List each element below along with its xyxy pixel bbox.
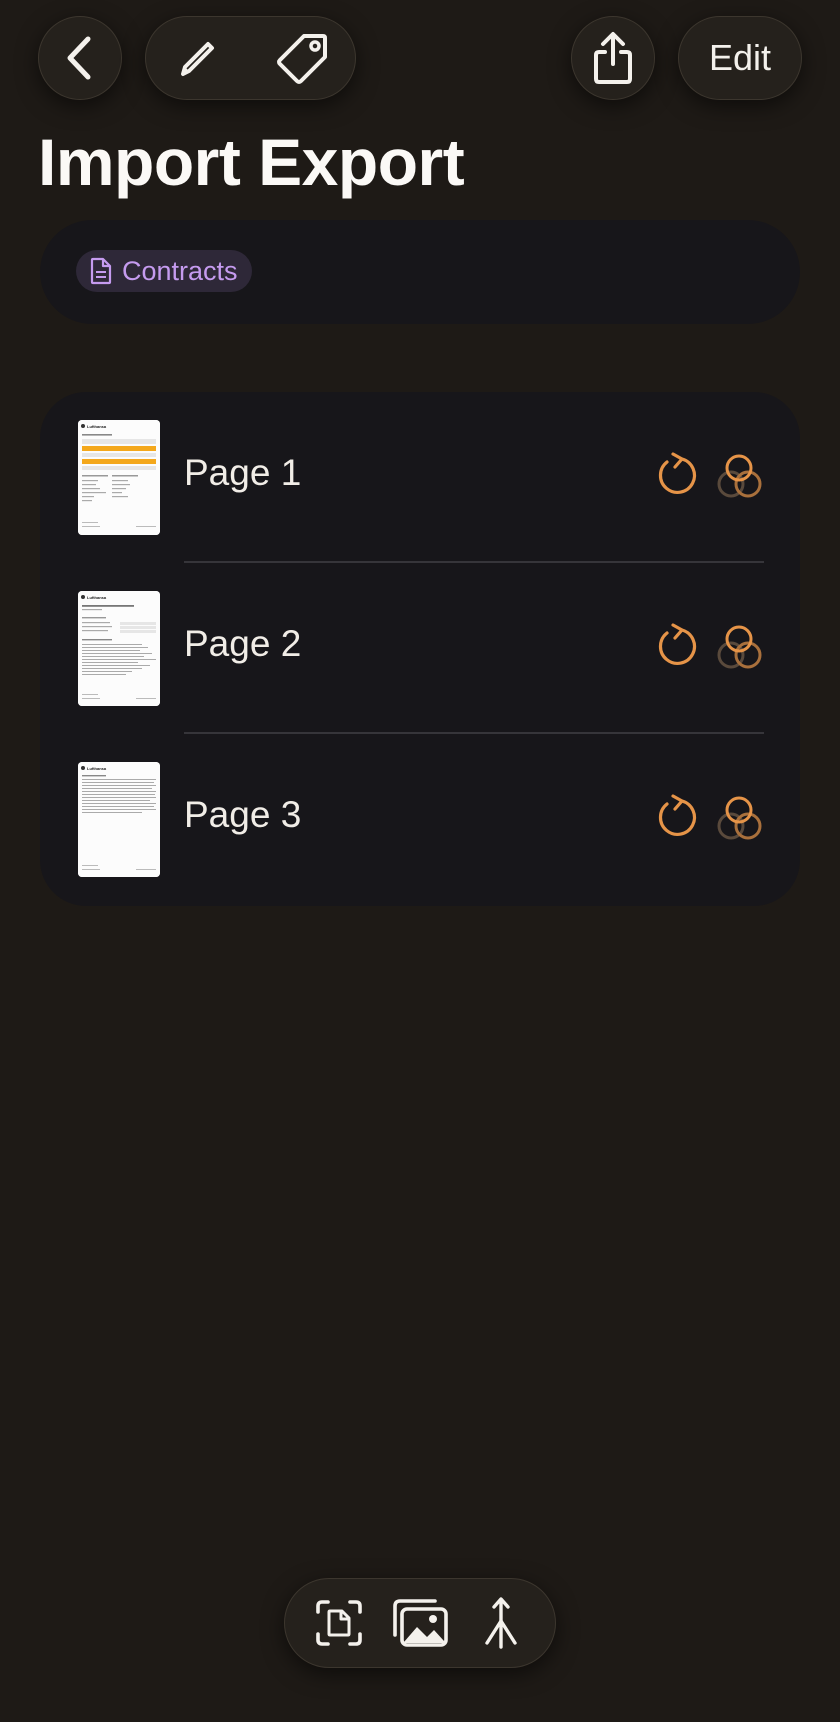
tag-button[interactable]: [271, 26, 335, 90]
page-thumbnail: Lufthansa: [78, 762, 160, 877]
svg-text:Lufthansa: Lufthansa: [87, 595, 107, 600]
bottom-toolbar: [284, 1578, 556, 1668]
import-photos-button[interactable]: [388, 1591, 452, 1655]
page-label: Page 2: [184, 623, 302, 664]
list-item[interactable]: Lufthansa Page 1: [40, 392, 800, 563]
rotate-icon[interactable]: [652, 621, 702, 671]
list-item[interactable]: Lufthansa Page 2: [40, 563, 800, 734]
edit-button[interactable]: Edit: [678, 16, 802, 100]
page-title: Import Export: [38, 125, 465, 199]
back-button[interactable]: [38, 16, 122, 100]
page-preview: Lufthansa: [78, 420, 160, 535]
pages-list: Lufthansa Page 1 Lufthansa Page 2 Luftha…: [40, 392, 800, 906]
page-preview: Lufthansa: [78, 762, 160, 877]
page-preview: Lufthansa: [78, 591, 160, 706]
document-icon: [90, 257, 112, 285]
svg-text:Lufthansa: Lufthansa: [87, 766, 107, 771]
svg-text:Lufthansa: Lufthansa: [87, 424, 107, 429]
share-icon: [594, 32, 632, 84]
rename-button[interactable]: [166, 26, 230, 90]
tag-label: Contracts: [122, 255, 238, 286]
merge-button[interactable]: [469, 1591, 533, 1655]
blend-mode-icon[interactable]: [714, 617, 766, 675]
tag-icon: [277, 34, 327, 84]
photo-library-icon: [393, 1599, 448, 1647]
blend-mode-icon[interactable]: [714, 446, 766, 504]
pencil-icon: [181, 42, 214, 76]
scan-document-button[interactable]: [307, 1591, 371, 1655]
tag-chip-contracts[interactable]: Contracts: [76, 250, 252, 292]
rotate-icon[interactable]: [652, 792, 702, 842]
rotate-icon[interactable]: [652, 450, 702, 500]
chevron-left-icon: [67, 36, 91, 80]
merge-icon: [484, 1597, 517, 1649]
page-thumbnail: Lufthansa: [78, 591, 160, 706]
page-label: Page 3: [184, 794, 302, 835]
page-thumbnail: Lufthansa: [78, 420, 160, 535]
list-item[interactable]: Lufthansa Page 3: [40, 734, 800, 905]
blend-mode-icon[interactable]: [714, 788, 766, 846]
tools-group: [145, 16, 356, 100]
scan-document-icon: [316, 1600, 363, 1646]
tags-card: Contracts: [40, 220, 800, 324]
share-button[interactable]: [571, 16, 655, 100]
page-label: Page 1: [184, 452, 302, 493]
